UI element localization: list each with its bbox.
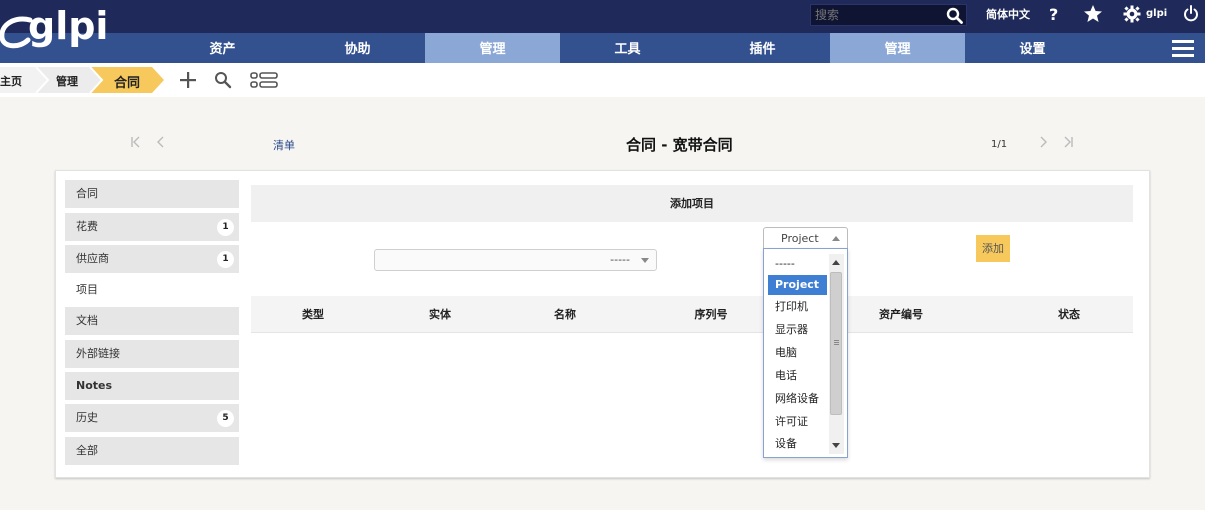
user-name[interactable]: glpi bbox=[1146, 8, 1167, 19]
items-table-header: 类型 实体 名称 序列号 资产编号 状态 bbox=[251, 296, 1133, 333]
star-icon[interactable] bbox=[1083, 4, 1103, 27]
dropdown-option-selected[interactable]: Project bbox=[768, 275, 827, 295]
search-icon[interactable] bbox=[214, 71, 232, 92]
sidebar-item-label: 历史 bbox=[76, 411, 98, 424]
page-count: 1/1 bbox=[991, 139, 1008, 150]
breadcrumb-arrows-icon bbox=[0, 67, 164, 93]
glpi-logo[interactable]: glpi bbox=[0, 0, 160, 63]
scrollbar-thumb[interactable] bbox=[830, 272, 842, 415]
logo-text: glpi bbox=[28, 4, 109, 48]
search-icon[interactable] bbox=[946, 7, 963, 27]
dropdown-option[interactable]: 网络设备 bbox=[768, 389, 827, 409]
count-badge: 5 bbox=[217, 410, 234, 427]
sidebar-item-label: 全部 bbox=[76, 444, 98, 457]
breadcrumb-current[interactable]: 合同 bbox=[114, 72, 140, 91]
list-view-icon[interactable] bbox=[250, 72, 278, 91]
item-type-dropdown[interactable]: ----- Project 打印机 显示器 电脑 电话 网络设备 许可证 设备 bbox=[763, 248, 848, 458]
top-bar: 简体中文 ? glpi bbox=[0, 0, 1205, 33]
sidebar-item-label: 花费 bbox=[76, 220, 98, 233]
menu-item-setup[interactable]: 设置 bbox=[965, 33, 1100, 63]
svg-text:?: ? bbox=[1049, 5, 1058, 24]
last-page-icon[interactable] bbox=[1062, 135, 1074, 152]
menu-item-assistance[interactable]: 协助 bbox=[290, 33, 425, 63]
add-icon[interactable] bbox=[179, 71, 197, 92]
dropdown-option[interactable]: ----- bbox=[768, 254, 827, 274]
item-type-select[interactable]: Project bbox=[763, 227, 848, 249]
dropdown-option[interactable]: 电脑 bbox=[768, 343, 827, 363]
sidebar-item-suppliers[interactable]: 供应商 1 bbox=[65, 245, 239, 273]
gear-icon[interactable] bbox=[1123, 4, 1141, 27]
item-type-select-value: Project bbox=[781, 232, 819, 245]
count-badge: 1 bbox=[217, 219, 234, 236]
help-icon[interactable]: ? bbox=[1046, 4, 1062, 27]
column-header-entity[interactable]: 实体 bbox=[375, 296, 505, 333]
scroll-down-icon[interactable] bbox=[832, 443, 840, 448]
dropdown-scrollbar[interactable] bbox=[829, 254, 844, 454]
chevron-down-icon bbox=[641, 258, 649, 263]
dropdown-option[interactable]: 许可证 bbox=[768, 412, 827, 432]
sidebar-item-history[interactable]: 历史 5 bbox=[65, 404, 239, 432]
sidebar-item-contract[interactable]: 合同 bbox=[65, 180, 239, 208]
sidebar-item-notes[interactable]: Notes bbox=[65, 372, 239, 400]
add-button[interactable]: 添加 bbox=[976, 235, 1010, 262]
sidebar-item-costs[interactable]: 花费 1 bbox=[65, 213, 239, 241]
item-select[interactable]: ----- bbox=[374, 249, 657, 271]
breadcrumb-home[interactable]: 主页 bbox=[0, 73, 22, 89]
previous-page-icon[interactable] bbox=[156, 135, 166, 152]
sidebar-item-label: 合同 bbox=[76, 187, 98, 200]
sidebar-item-external-links[interactable]: 外部链接 bbox=[65, 340, 239, 368]
dropdown-option[interactable]: 设备 bbox=[768, 434, 827, 454]
search-box[interactable] bbox=[810, 4, 967, 26]
menu-item-tools[interactable]: 工具 bbox=[560, 33, 695, 63]
page-title: 合同 - 宽带合同 bbox=[626, 136, 733, 154]
breadcrumb-section[interactable]: 管理 bbox=[56, 73, 78, 89]
add-item-header: 添加项目 bbox=[251, 185, 1133, 222]
grip-icon bbox=[834, 340, 839, 341]
column-header-status[interactable]: 状态 bbox=[1005, 296, 1133, 333]
dropdown-option[interactable]: 打印机 bbox=[768, 297, 827, 317]
breadcrumb: 主页 管理 合同 bbox=[0, 63, 1205, 97]
column-header-type[interactable]: 类型 bbox=[251, 296, 375, 333]
power-icon[interactable] bbox=[1183, 4, 1199, 27]
sidebar-item-label: 文档 bbox=[76, 314, 98, 327]
sidebar-item-label: 项目 bbox=[76, 283, 98, 296]
hamburger-menu-icon[interactable] bbox=[1172, 40, 1194, 61]
menu-item-plugins[interactable]: 插件 bbox=[695, 33, 830, 63]
main-menu: 资产 协助 管理 工具 插件 管理 设置 bbox=[0, 33, 1205, 63]
sidebar-item-documents[interactable]: 文档 bbox=[65, 307, 239, 335]
sidebar-item-label: Notes bbox=[76, 379, 113, 392]
sidebar-item-label: 供应商 bbox=[76, 252, 109, 265]
chevron-up-icon bbox=[832, 236, 840, 241]
list-link[interactable]: 清单 bbox=[273, 137, 295, 153]
count-badge: 1 bbox=[217, 251, 234, 268]
menu-item-administration[interactable]: 管理 bbox=[830, 33, 965, 63]
menu-item-management[interactable]: 管理 bbox=[425, 33, 560, 63]
next-page-icon[interactable] bbox=[1038, 135, 1048, 152]
menu-item-assets[interactable]: 资产 bbox=[155, 33, 290, 63]
first-page-icon[interactable] bbox=[130, 135, 142, 152]
dropdown-option[interactable]: 电话 bbox=[768, 366, 827, 386]
item-select-value: ----- bbox=[610, 253, 630, 266]
sidebar-item-all[interactable]: 全部 bbox=[65, 437, 239, 465]
language-selector[interactable]: 简体中文 bbox=[986, 6, 1030, 22]
column-header-name[interactable]: 名称 bbox=[505, 296, 625, 333]
dropdown-option[interactable]: 显示器 bbox=[768, 320, 827, 340]
search-input[interactable] bbox=[811, 5, 936, 25]
scroll-up-icon[interactable] bbox=[832, 260, 840, 265]
sidebar-item-items[interactable]: 项目 bbox=[65, 276, 239, 304]
sidebar-item-label: 外部链接 bbox=[76, 347, 120, 360]
